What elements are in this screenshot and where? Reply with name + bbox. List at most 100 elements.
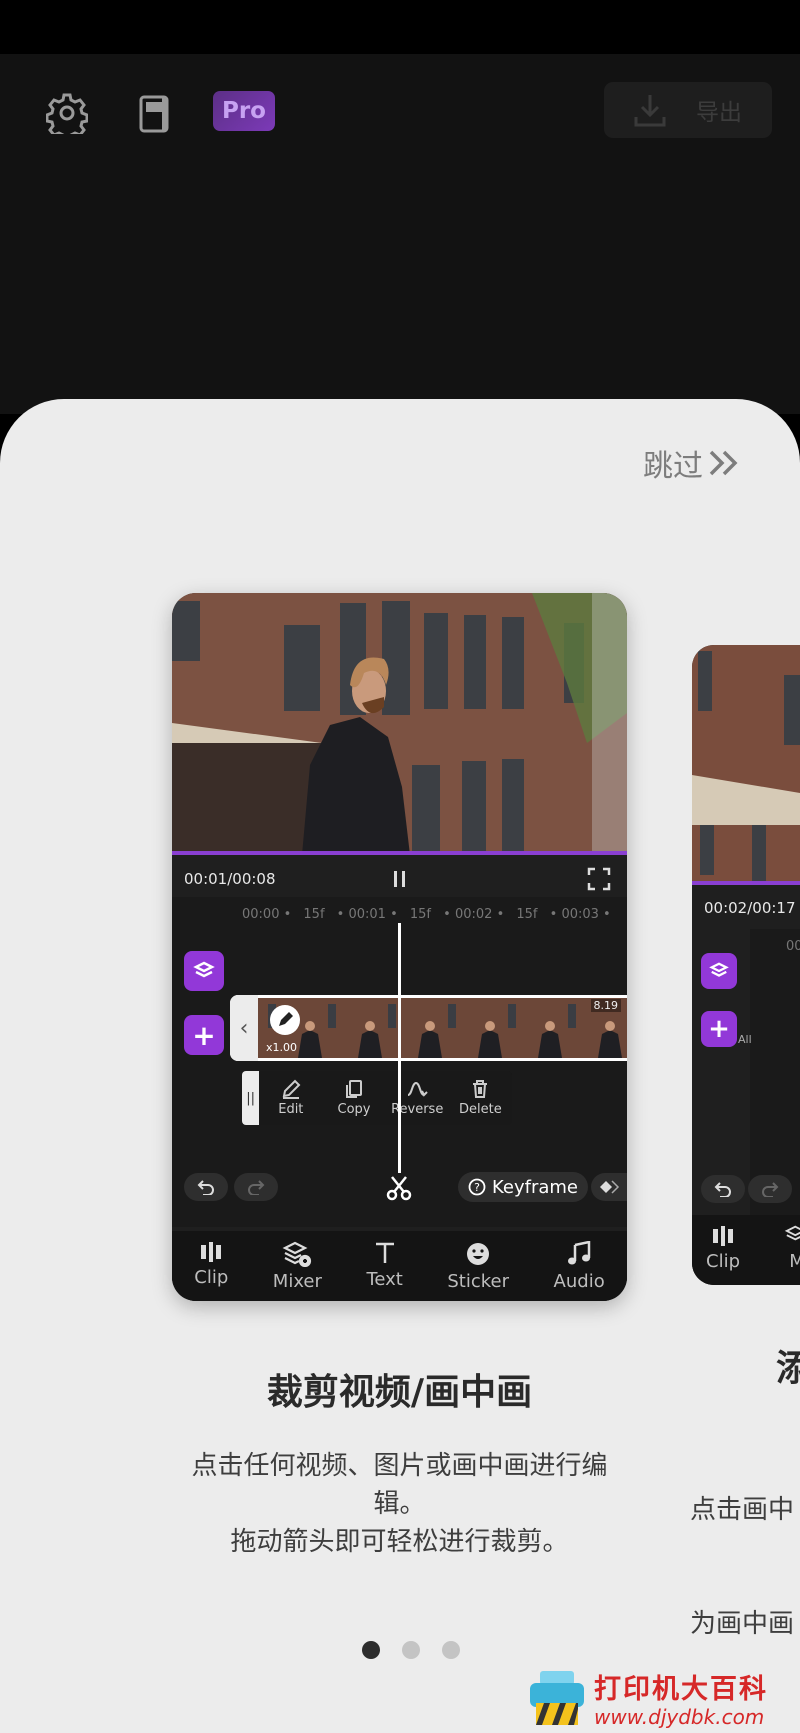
gear-icon[interactable] (44, 90, 90, 136)
undo-icon (714, 1182, 731, 1197)
nav-label: Mixer (272, 1271, 322, 1292)
skip-button[interactable]: 跳过 (643, 441, 741, 485)
card-title: 裁剪视频/画中画 (266, 1372, 533, 1413)
nav-label: Audio (553, 1271, 605, 1292)
nav-clip[interactable]: Clip (194, 1241, 228, 1288)
ruler-mark: 00: (786, 939, 800, 954)
layers-icon (709, 962, 729, 977)
page-dot[interactable] (442, 1641, 460, 1659)
edit-action[interactable]: Edit (259, 1079, 322, 1117)
redo-button[interactable] (748, 1175, 792, 1203)
nav-label: Clip (706, 1251, 740, 1272)
tutorial-card-next[interactable]: 00:02/00:17 00: + All Clip (692, 645, 800, 1285)
time-ruler: 00:00 • 15f • 00:01 • 15f • 00:02 • 15f … (242, 907, 611, 922)
action-label: Copy (337, 1102, 371, 1117)
layers-button[interactable] (701, 953, 737, 989)
mixer-icon (282, 1241, 312, 1267)
pro-label: Pro (221, 98, 266, 124)
ruler-mark: 15f (409, 907, 432, 922)
download-icon (634, 95, 666, 127)
undo-icon (197, 1180, 214, 1195)
description-line: 点击画中 (690, 1495, 795, 1525)
page-dot-active[interactable] (362, 1641, 380, 1659)
description-line: 拖动箭头即可轻松进行裁剪。 (230, 1527, 569, 1557)
nav-label: Clip (194, 1267, 229, 1288)
ruler-mark: 00:00 (242, 907, 280, 922)
action-label: Delete (459, 1102, 502, 1117)
skip-label: 跳过 (643, 449, 703, 484)
tutorial-card: 00:01/00:08 00:00 • 15f • 00:01 • 15f • … (172, 593, 627, 1301)
reverse-action[interactable]: Reverse (386, 1079, 449, 1117)
pro-badge[interactable]: Pro (213, 91, 275, 131)
redo-icon (762, 1182, 779, 1197)
ruler-mark: 00:03 (561, 907, 599, 922)
keyframe-label: Keyframe (492, 1176, 579, 1198)
redo-icon (248, 1180, 265, 1195)
redo-button[interactable] (234, 1173, 278, 1201)
timeline-area: 00:00 • 15f • 00:01 • 15f • 00:02 • 15f … (172, 897, 627, 1227)
collapse-handle[interactable]: || (242, 1071, 260, 1125)
scissors-icon[interactable] (386, 1175, 412, 1201)
keyframe-icon (600, 1180, 620, 1194)
add-keyframe-button[interactable] (591, 1173, 627, 1201)
double-chevron-right-icon (709, 450, 738, 476)
mixer-icon (784, 1225, 800, 1241)
card-description: 点击任何视频、图片或画中画进行编 辑。 拖动箭头即可轻松进行裁剪。 (162, 1447, 637, 1561)
export-label: 导出 (696, 100, 742, 126)
status-bar (0, 0, 800, 54)
layers-icon (193, 961, 215, 978)
clip-icon (713, 1226, 733, 1246)
editor-header: Pro 导出 (0, 54, 800, 414)
bottom-nav: Clip M (692, 1215, 800, 1285)
description-line: 辑。 (373, 1489, 426, 1519)
undo-button[interactable] (701, 1175, 745, 1203)
all-label: All (738, 1033, 752, 1046)
copy-action[interactable]: Copy (322, 1079, 385, 1117)
editor-panel: 00:01/00:08 00:00 • 15f • 00:01 • 15f • … (172, 855, 627, 1301)
nav-sticker[interactable]: Sticker (447, 1241, 509, 1292)
video-clip[interactable]: ‹ x1.00 8.19 (230, 995, 627, 1061)
page-indicator (362, 1641, 460, 1659)
pause-icon[interactable] (392, 869, 408, 889)
trim-handle-left[interactable]: ‹ (230, 995, 258, 1061)
ruler-mark: 15f (303, 907, 325, 922)
undo-button[interactable] (184, 1173, 228, 1201)
svg-text:?: ? (474, 1181, 480, 1194)
nav-text[interactable]: Text (366, 1241, 403, 1290)
fullscreen-icon[interactable] (587, 867, 611, 891)
keyframe-button[interactable]: ? Keyframe (458, 1172, 589, 1202)
nav-label: M (789, 1251, 800, 1272)
nav-audio[interactable]: Audio (554, 1241, 605, 1292)
card-title: 添 (776, 1348, 800, 1389)
delete-action[interactable]: Delete (449, 1079, 512, 1117)
clip-duration: 8.19 (590, 999, 621, 1012)
printer-logo-icon (530, 1671, 584, 1725)
ruler-mark: 00:01 (348, 907, 386, 922)
document-icon[interactable] (136, 92, 172, 136)
question-icon: ? (468, 1178, 486, 1196)
pencil-icon (282, 1079, 301, 1099)
edit-clip-icon[interactable] (270, 1005, 300, 1035)
playhead[interactable] (398, 923, 401, 1173)
nav-clip[interactable]: Clip (706, 1225, 740, 1272)
plus-icon: + (708, 1014, 730, 1044)
nav-mixer[interactable]: Mixer (273, 1241, 322, 1292)
preview-image (172, 593, 627, 855)
add-clip-button[interactable]: + (701, 1011, 737, 1047)
add-clip-button[interactable]: + (184, 1015, 224, 1055)
clip-actions: || Edit Copy Reverse Delete (242, 1071, 512, 1125)
text-icon (375, 1242, 394, 1263)
nav-mixer[interactable]: M (784, 1225, 800, 1272)
page-dot[interactable] (402, 1641, 420, 1659)
trash-icon (473, 1080, 488, 1098)
action-label: Edit (278, 1102, 304, 1117)
plus-icon: + (192, 1018, 216, 1052)
nav-label: Sticker (447, 1271, 510, 1292)
playback-time: 00:02/00:17 (704, 899, 796, 917)
sticker-icon (467, 1243, 490, 1265)
watermark-url: www.djydbk.com (594, 1705, 765, 1729)
export-button[interactable]: 导出 (604, 82, 772, 138)
bottom-nav: Clip Mixer Text Sticker Audio (172, 1231, 627, 1301)
layers-button[interactable] (184, 951, 224, 991)
clip-speed: x1.00 (266, 1041, 298, 1054)
